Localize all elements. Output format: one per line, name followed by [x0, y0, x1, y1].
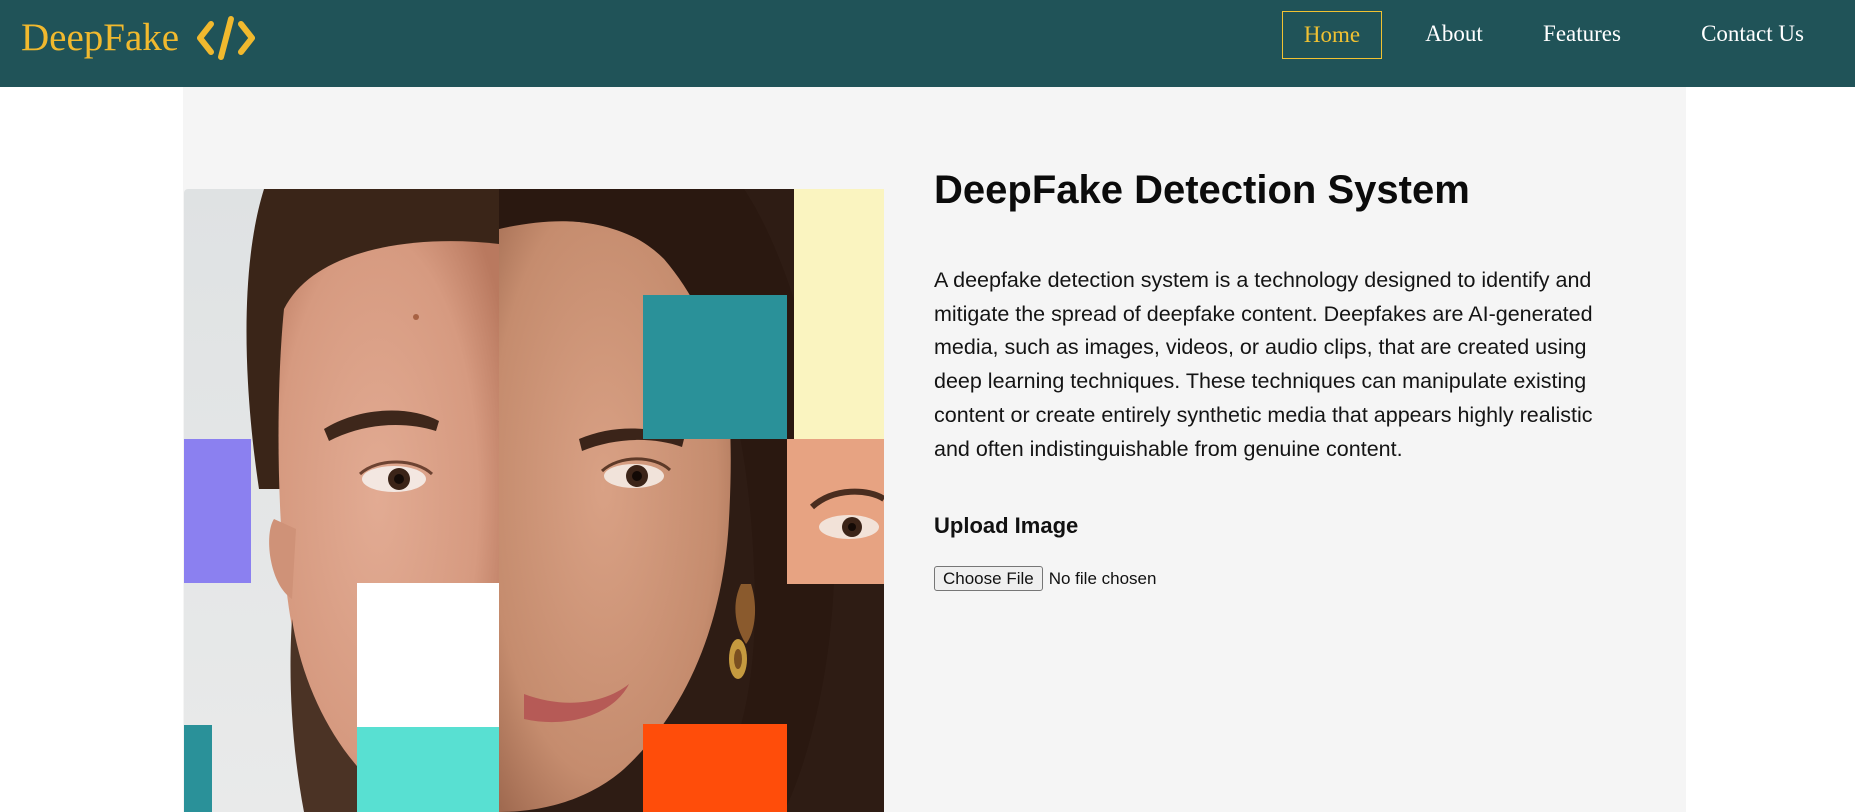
nav-features-link[interactable]: Features: [1532, 11, 1632, 56]
description-text: A deepfake detection system is a technol…: [934, 268, 1593, 461]
file-input[interactable]: Choose File No file chosen: [934, 566, 1156, 591]
upload-image-label: Upload Image: [934, 513, 1079, 538]
choose-file-button[interactable]: Choose File: [934, 566, 1043, 591]
code-brackets-icon: [197, 16, 256, 60]
page-title: DeepFake Detection System: [934, 168, 1470, 212]
nav-home-link[interactable]: Home: [1282, 11, 1382, 59]
file-status-text: No file chosen: [1048, 568, 1157, 588]
top-navbar: DeepFake Home About Features Contact Us: [0, 0, 1855, 87]
nav-about-link[interactable]: About: [1414, 11, 1494, 56]
nav-contact-link[interactable]: Contact Us: [1681, 11, 1824, 56]
brand-name: DeepFake: [21, 16, 180, 59]
brand-logo[interactable]: DeepFake: [21, 13, 256, 63]
deepfake-face-mosaic-image: [184, 189, 884, 812]
